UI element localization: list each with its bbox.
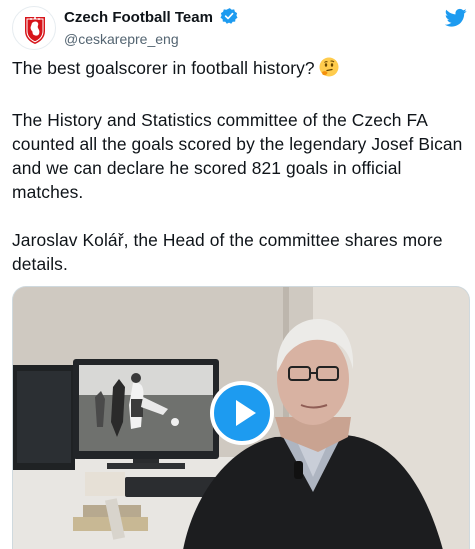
tweet-paragraph-2: The History and Statistics committee of … [12,110,463,202]
tweet-text: The best goalscorer in football history?… [12,56,470,276]
verified-badge-icon [220,7,238,30]
account-handle[interactable]: @ceskarepre_eng [64,30,238,49]
thinking-face-emoji-icon [318,56,340,84]
account-names: Czech Football Team @ceskarepre_eng [64,7,238,49]
video-player[interactable] [12,286,470,549]
tweet-line-1: The best goalscorer in football history? [12,56,470,84]
avatar[interactable] [12,6,56,50]
play-icon [236,400,256,426]
tweet-question: The best goalscorer in football history? [12,58,315,78]
tweet-paragraph-3: Jaroslav Kolář, the Head of the committe… [12,230,443,274]
tweet-card: Czech Football Team @ceskarepre_eng The … [0,0,475,549]
czech-lion-crest-icon [25,17,45,44]
tweet-header: Czech Football Team @ceskarepre_eng [12,6,467,50]
display-name[interactable]: Czech Football Team [64,8,213,28]
play-button[interactable] [210,381,274,445]
twitter-bird-icon[interactable] [444,8,467,33]
